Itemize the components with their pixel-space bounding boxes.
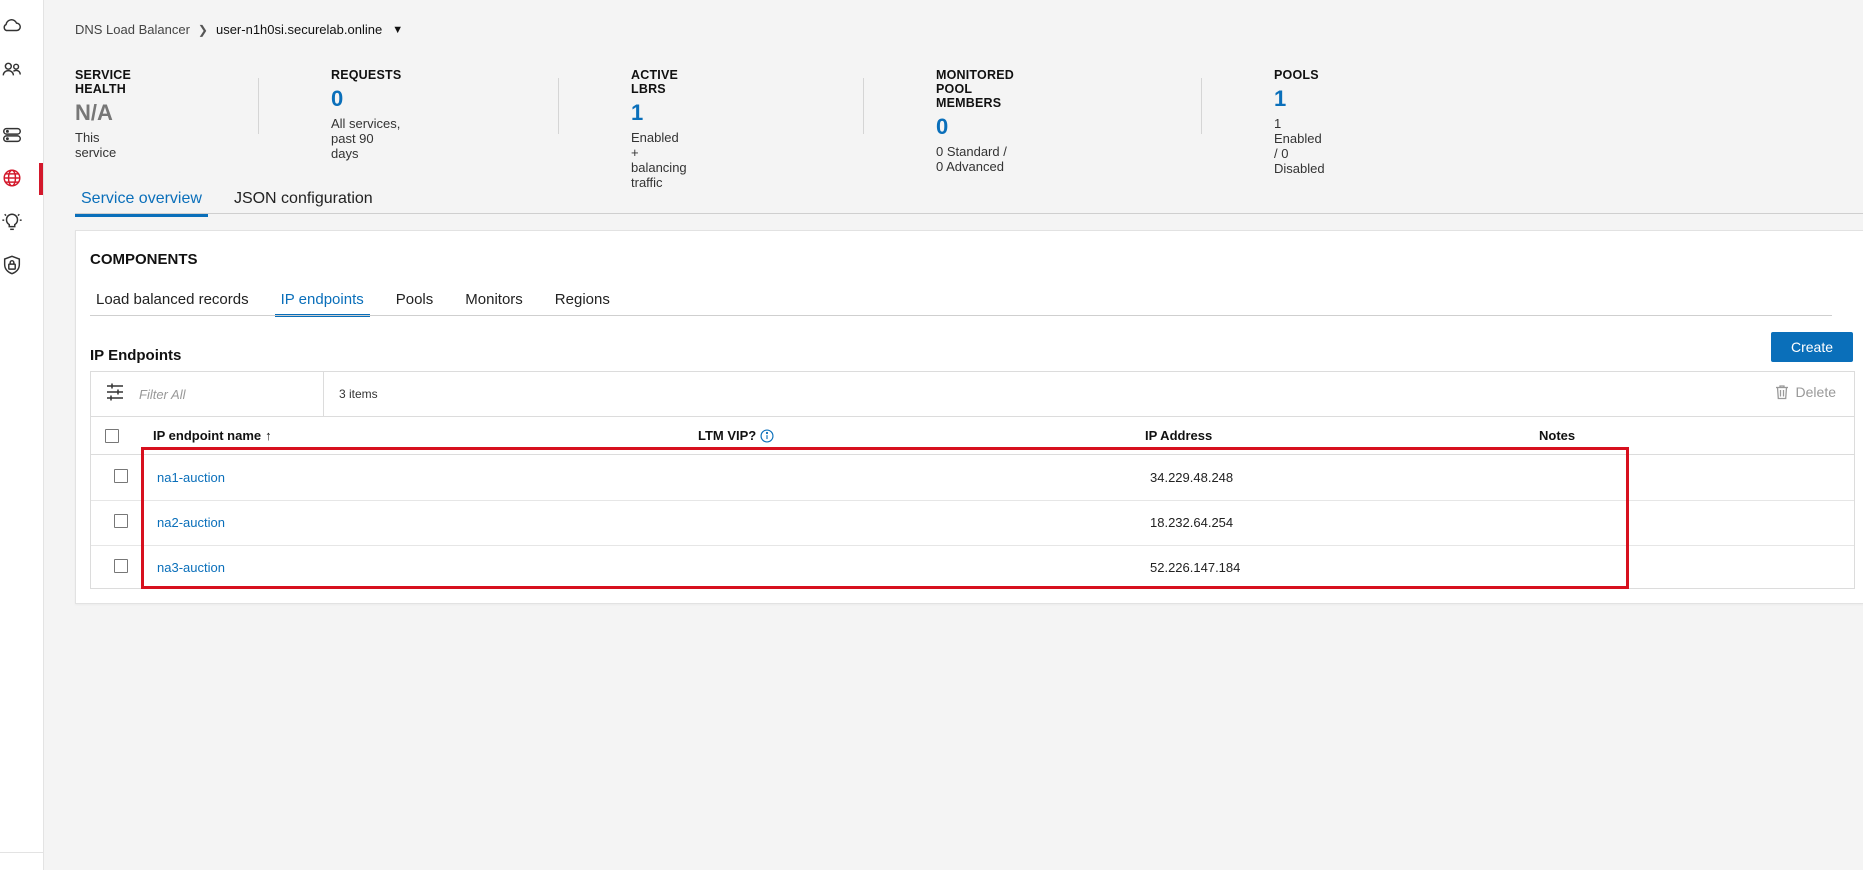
stat-requests: REQUESTS 0 All services, past 90 days	[331, 68, 401, 161]
stat-sub: All services, past 90 days	[331, 116, 401, 161]
stat-sub: This service	[75, 130, 117, 160]
component-tabs: Load balanced records IP endpoints Pools…	[90, 289, 636, 317]
tab-monitors[interactable]: Monitors	[459, 289, 529, 317]
stat-pools: POOLS 1 1 Enabled / 0 Disabled	[1274, 68, 1325, 176]
caret-down-icon[interactable]: ▼	[392, 24, 403, 36]
cloud-icon[interactable]	[0, 13, 24, 37]
table-toolbar: Filter All 3 items Delete	[91, 372, 1854, 417]
delete-label: Delete	[1795, 384, 1836, 400]
stat-divider	[1201, 78, 1202, 134]
stat-label: POOLS	[1274, 68, 1319, 82]
shield-lock-icon[interactable]	[0, 253, 24, 277]
items-count: 3 items	[339, 387, 378, 401]
select-all-checkbox[interactable]	[105, 429, 119, 443]
highlight-box	[141, 447, 1629, 589]
breadcrumb: DNS Load Balancer ❯ user-n1h0si.securela…	[75, 22, 403, 37]
users-icon[interactable]	[0, 57, 24, 81]
delete-button[interactable]: Delete	[1774, 384, 1836, 400]
column-notes: Notes	[1539, 428, 1575, 443]
toolbar-divider	[323, 372, 324, 416]
stat-active-lbrs: ACTIVE LBRS 1 Enabled + balancing traffi…	[631, 68, 687, 190]
tab-ip-endpoints[interactable]: IP endpoints	[274, 289, 370, 317]
filter-settings-icon[interactable]	[105, 382, 125, 402]
column-ltm-vip: LTM VIP?	[698, 428, 774, 443]
stat-monitored-pool-members: MONITORED POOL MEMBERS 0 0 Standard / 0 …	[936, 68, 1014, 174]
stat-divider	[258, 78, 259, 134]
stat-value[interactable]: 1	[631, 100, 687, 126]
stat-label: REQUESTS	[331, 68, 402, 82]
stat-sub: 1 Enabled / 0 Disabled	[1274, 116, 1325, 176]
column-label: LTM VIP?	[698, 428, 757, 443]
ip-endpoints-title: IP Endpoints	[90, 347, 182, 364]
storage-icon[interactable]	[0, 123, 24, 147]
lightbulb-icon[interactable]	[0, 210, 24, 234]
components-title: COMPONENTS	[90, 251, 198, 268]
stat-label: ACTIVE LBRS	[631, 68, 679, 96]
nav-active-indicator	[39, 163, 43, 195]
info-icon[interactable]	[760, 428, 774, 443]
tab-load-balanced-records[interactable]: Load balanced records	[90, 289, 255, 317]
column-ip-endpoint-name[interactable]: IP endpoint name ↑	[153, 428, 272, 443]
stat-value[interactable]: 0	[331, 86, 401, 112]
subtabs-divider	[90, 315, 1832, 316]
filter-input[interactable]: Filter All	[139, 387, 185, 402]
sort-ascending-icon: ↑	[265, 428, 272, 443]
stat-value[interactable]: 0	[936, 114, 1014, 140]
column-label: IP endpoint name	[153, 428, 262, 443]
breadcrumb-root[interactable]: DNS Load Balancer	[75, 22, 190, 37]
stat-divider	[558, 78, 559, 134]
tabs-divider	[75, 213, 1863, 214]
column-label: IP Address	[1145, 428, 1213, 443]
row-checkbox[interactable]	[114, 559, 128, 573]
tab-pools[interactable]: Pools	[390, 289, 440, 317]
stat-divider	[863, 78, 864, 134]
stat-label: MONITORED POOL MEMBERS	[936, 68, 1014, 110]
stat-service-health: SERVICE HEALTH N/A This service	[75, 68, 131, 160]
column-ip-address: IP Address	[1145, 428, 1212, 443]
row-checkbox[interactable]	[114, 469, 128, 483]
stat-sub: Enabled + balancing traffic	[631, 130, 687, 190]
chevron-right-icon: ❯	[197, 22, 208, 37]
sidebar-divider	[0, 852, 43, 853]
stat-value: N/A	[75, 100, 113, 125]
stat-label: SERVICE HEALTH	[75, 68, 132, 96]
create-button[interactable]: Create	[1771, 332, 1853, 362]
sidebar-nav	[0, 0, 44, 870]
row-checkbox[interactable]	[114, 514, 128, 528]
column-label: Notes	[1539, 428, 1576, 443]
stat-value[interactable]: 1	[1274, 86, 1325, 112]
trash-icon	[1775, 385, 1788, 400]
globe-icon[interactable]	[0, 166, 24, 190]
tab-regions[interactable]: Regions	[549, 289, 616, 317]
stat-sub: 0 Standard / 0 Advanced	[936, 144, 1007, 174]
breadcrumb-current[interactable]: user-n1h0si.securelab.online	[216, 22, 382, 37]
